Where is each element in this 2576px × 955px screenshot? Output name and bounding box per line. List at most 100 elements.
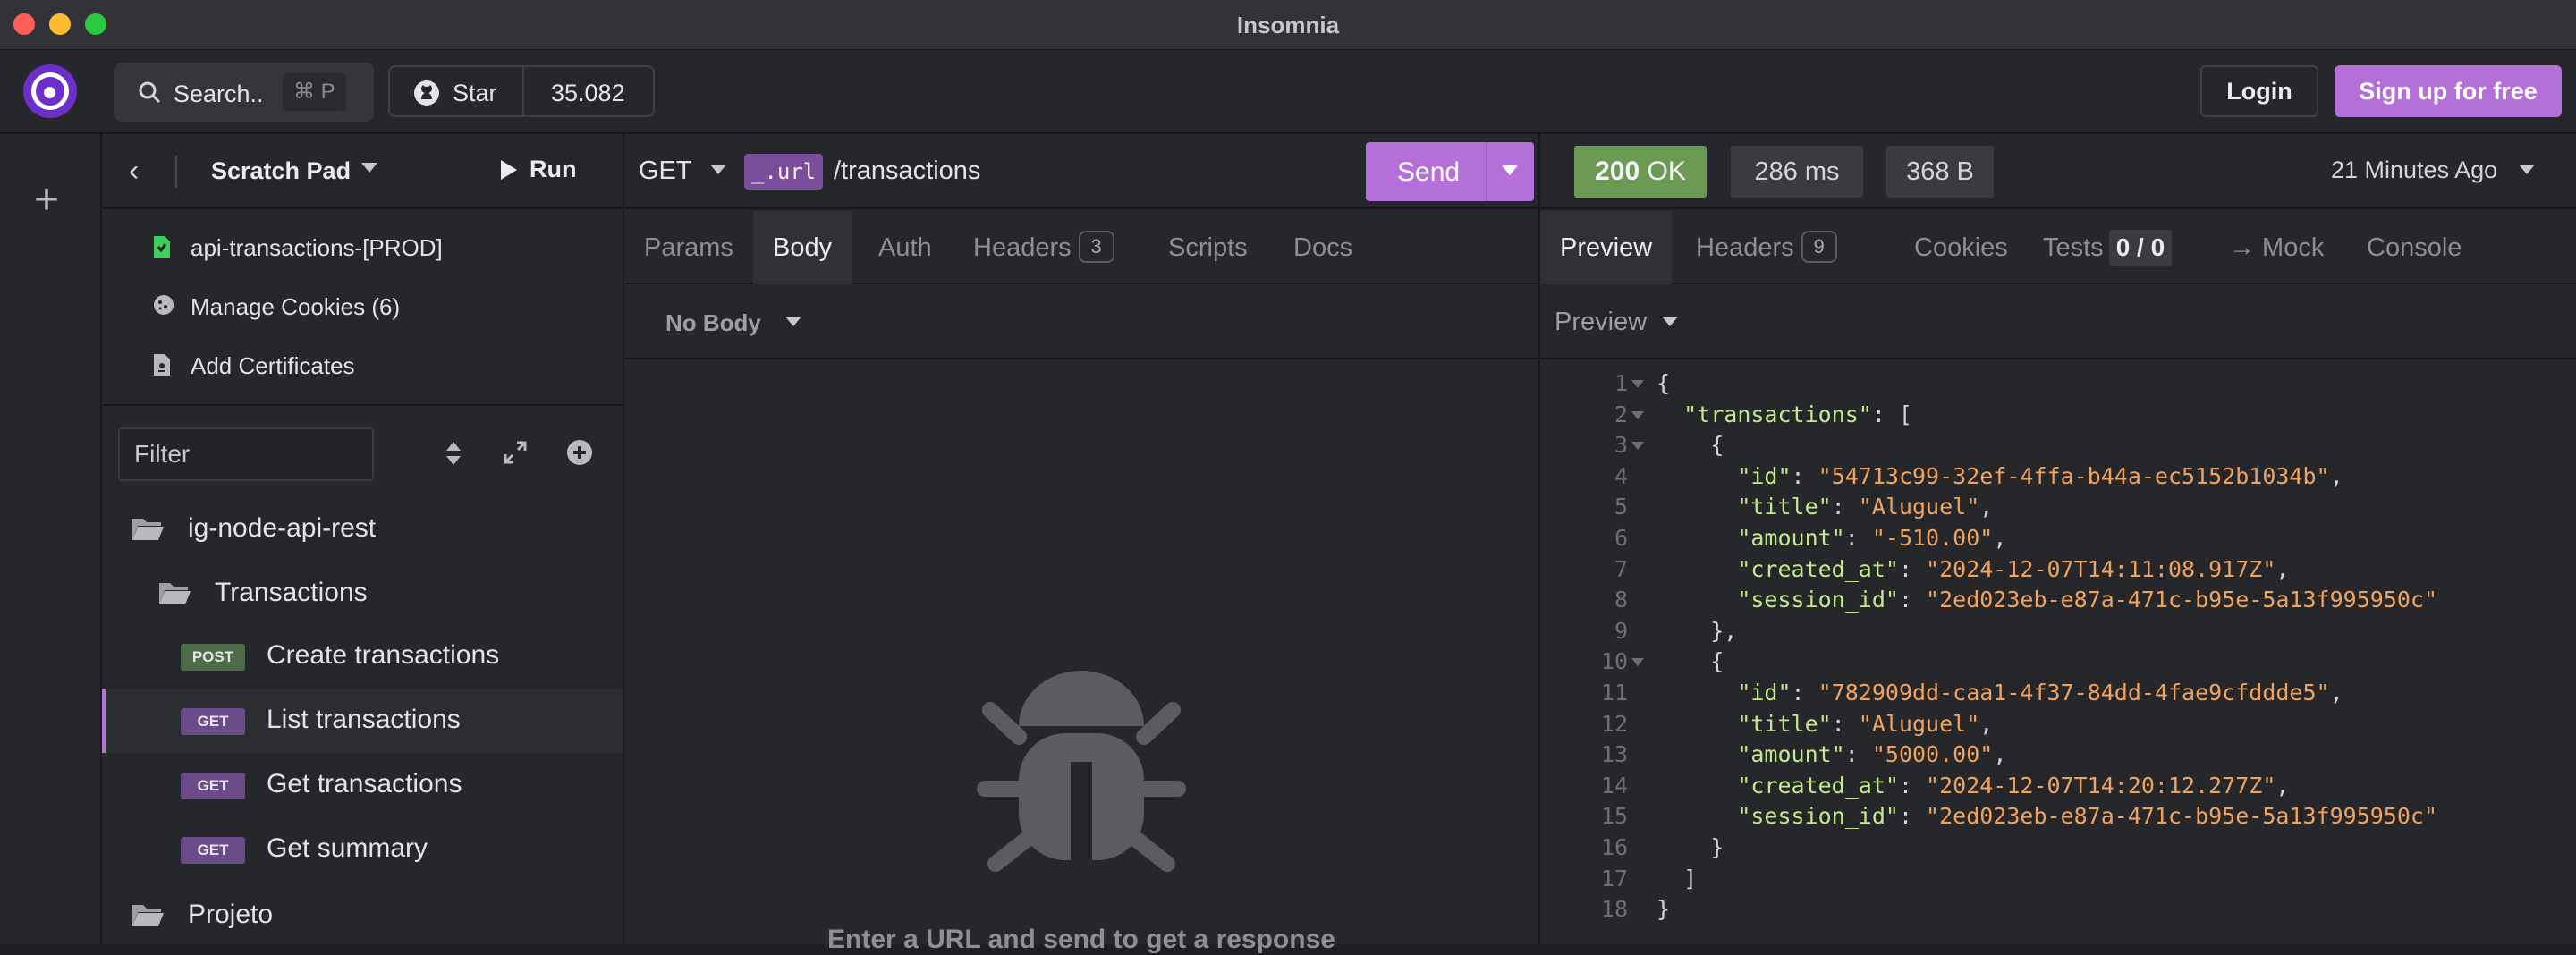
manage-cookies-link[interactable]: Manage Cookies (6) <box>102 277 623 334</box>
tests-result-badge: 0 / 0 <box>2108 230 2173 266</box>
tab-preview[interactable]: Preview <box>1540 211 1673 284</box>
search-shortcut: ⌘ P <box>283 73 346 111</box>
tab-cookies[interactable]: Cookies <box>1894 211 2028 284</box>
code-line: 10 { <box>1540 647 2576 677</box>
method-badge: POST <box>181 644 245 671</box>
filter-input[interactable]: Filter <box>118 427 374 481</box>
github-icon <box>414 80 439 106</box>
request-pane: GET _.url /transactions Send Params Body… <box>624 134 1540 954</box>
expand-icon[interactable] <box>503 440 528 465</box>
chevron-down-icon[interactable] <box>2519 165 2535 174</box>
code-line: 11 "id": "782909dd-caa1-4f37-84dd-4fae9c… <box>1540 678 2576 708</box>
collection-item[interactable]: ig-node-api-rest <box>102 495 623 560</box>
request-item[interactable]: GET Get transactions <box>102 753 623 817</box>
back-chevron-icon[interactable]: ‹ <box>129 156 139 186</box>
add-certificates-label: Add Certificates <box>191 352 355 379</box>
json-viewer[interactable]: 1{2 "transactions": [3 {4 "id": "54713c9… <box>1540 359 2576 944</box>
code-text: { <box>1657 370 1671 396</box>
insomnia-logo-icon[interactable] <box>23 64 77 118</box>
chevron-down-icon[interactable] <box>710 165 726 174</box>
line-number: 12 <box>1600 710 1628 737</box>
headers-count-badge: 3 <box>1078 231 1114 263</box>
sort-icon[interactable] <box>445 440 462 467</box>
code-text: "amount": "-510.00", <box>1737 525 2007 551</box>
code-text: "session_id": "2ed023eb-e87a-471c-b95e-5… <box>1737 587 2437 613</box>
request-name: Create transactions <box>267 640 500 670</box>
folder-open-icon <box>159 583 191 604</box>
certificate-icon <box>154 354 170 376</box>
run-button[interactable]: Run <box>501 156 576 183</box>
code-text: }, <box>1657 617 1738 644</box>
folder-item[interactable]: Transactions <box>102 560 623 624</box>
environment-selector[interactable]: api-transactions-[PROD] <box>102 218 623 275</box>
login-button[interactable]: Login <box>2200 65 2318 117</box>
fold-toggle-icon[interactable] <box>1631 410 1644 419</box>
code-line: 9 }, <box>1540 616 2576 647</box>
url-input[interactable]: /transactions <box>834 156 980 186</box>
tab-response-headers[interactable]: Headers 9 <box>1676 211 1857 284</box>
collection-item[interactable]: Projeto <box>102 882 623 946</box>
tab-tests-label: Tests <box>2043 233 2104 262</box>
code-line: 8 "session_id": "2ed023eb-e87a-471c-b95e… <box>1540 585 2576 615</box>
response-history-selector[interactable]: 21 Minutes Ago <box>2331 156 2497 184</box>
line-number: 5 <box>1614 494 1628 520</box>
tab-console[interactable]: Console <box>2347 211 2481 284</box>
request-item[interactable]: GET Get summary <box>102 817 623 882</box>
request-item-active[interactable]: GET List transactions <box>102 689 623 753</box>
chevron-down-icon[interactable] <box>361 163 377 173</box>
code-line: 7 "created_at": "2024-12-07T14:11:08.917… <box>1540 554 2576 585</box>
method-selector[interactable]: GET <box>639 156 692 186</box>
environment-label: api-transactions-[PROD] <box>191 234 443 261</box>
line-number: 13 <box>1600 741 1628 768</box>
code-text: ] <box>1657 865 1698 892</box>
line-number: 2 <box>1614 401 1628 427</box>
chevron-down-icon[interactable] <box>1502 165 1518 175</box>
request-item[interactable]: POST Create transactions <box>102 624 623 689</box>
signup-button[interactable]: Sign up for free <box>2334 65 2562 117</box>
code-line: 4 "id": "54713c99-32ef-4ffa-b44a-ec5152b… <box>1540 461 2576 492</box>
tab-body[interactable]: Body <box>753 211 852 284</box>
divider <box>522 67 524 115</box>
preview-mode-row: Preview <box>1540 286 2576 359</box>
tab-tests[interactable]: Tests 0 / 0 <box>2023 211 2191 284</box>
tab-headers[interactable]: Headers 3 <box>953 211 1134 284</box>
code-text: "amount": "5000.00", <box>1737 741 2007 768</box>
line-number: 4 <box>1614 462 1628 489</box>
fold-toggle-icon[interactable] <box>1631 658 1644 667</box>
code-text: "id": "54713c99-32ef-4ffa-b44a-ec5152b10… <box>1737 462 2343 489</box>
code-text: "session_id": "2ed023eb-e87a-471c-b95e-5… <box>1737 803 2437 830</box>
add-icon[interactable]: + <box>34 179 59 222</box>
divider <box>1486 142 1487 201</box>
fold-toggle-icon[interactable] <box>1631 380 1644 388</box>
preview-mode-selector[interactable]: Preview <box>1555 308 1647 337</box>
body-mode-selector[interactable]: No Body <box>665 309 761 337</box>
chevron-down-icon[interactable] <box>1662 317 1678 326</box>
star-label: Star <box>453 80 497 106</box>
line-number: 15 <box>1600 803 1628 830</box>
add-certificates-link[interactable]: Add Certificates <box>102 336 623 393</box>
code-text: "title": "Aluguel", <box>1737 710 1994 737</box>
url-variable-tag[interactable]: _.url <box>744 154 824 190</box>
fold-toggle-icon[interactable] <box>1631 442 1644 451</box>
window-title: Insomnia <box>1236 12 1340 38</box>
tab-params[interactable]: Params <box>624 211 753 284</box>
project-selector[interactable]: Scratch Pad <box>211 157 351 185</box>
plus-circle-icon[interactable] <box>567 440 592 465</box>
search-button[interactable]: Search.. ⌘ P <box>114 63 374 122</box>
chevron-down-icon[interactable] <box>785 317 801 326</box>
response-size-badge: 368 B <box>1886 146 1994 198</box>
tab-scripts[interactable]: Scripts <box>1148 211 1267 284</box>
method-badge: GET <box>181 837 245 864</box>
left-rail: + <box>0 134 102 944</box>
code-text: "id": "782909dd-caa1-4f37-84dd-4fae9cfdd… <box>1737 680 2343 706</box>
tab-mock[interactable]: → Mock <box>2209 211 2343 284</box>
line-number: 8 <box>1614 587 1628 613</box>
tab-auth[interactable]: Auth <box>859 211 952 284</box>
tab-docs[interactable]: Docs <box>1274 211 1372 284</box>
send-button[interactable]: Send <box>1366 142 1534 201</box>
headers-count-badge: 9 <box>1801 231 1837 263</box>
github-star-button[interactable]: Star 35.082 <box>388 65 655 117</box>
response-status-bar: 200 OK 286 ms 368 B 21 Minutes Ago <box>1540 134 2576 209</box>
line-number: 11 <box>1600 680 1628 706</box>
send-label: Send <box>1397 157 1461 187</box>
